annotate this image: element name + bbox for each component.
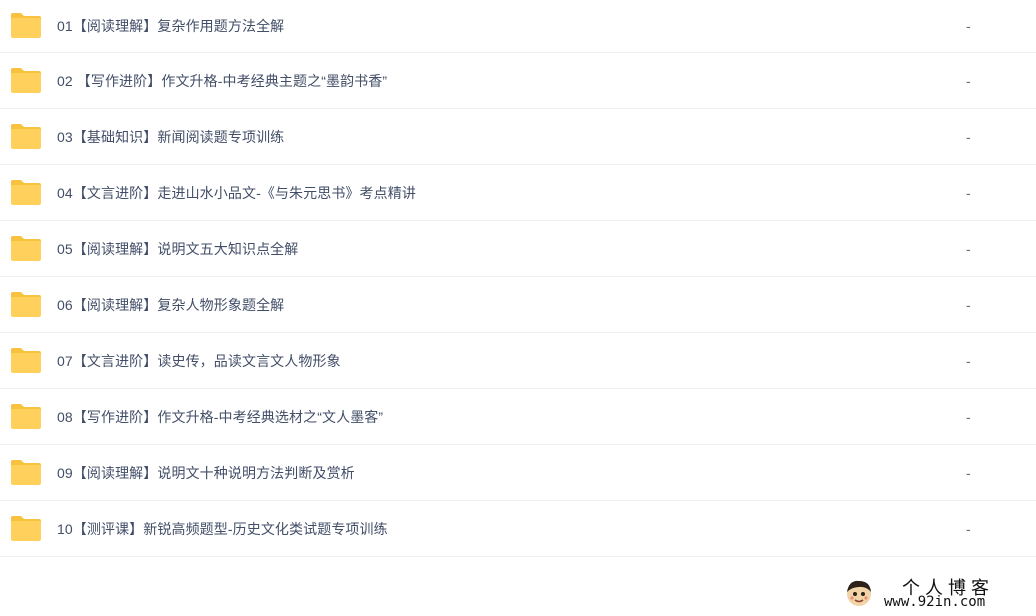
folder-icon: [11, 123, 41, 149]
folder-size: -: [966, 464, 971, 481]
folder-size: -: [966, 184, 971, 201]
folder-size: -: [966, 352, 971, 369]
folder-row[interactable]: 02 【写作进阶】作文升格-中考经典主题之“墨韵书香” -: [0, 53, 1036, 109]
folder-row[interactable]: 09【阅读理解】说明文十种说明方法判断及赏析 -: [0, 445, 1036, 501]
folder-row[interactable]: 08【写作进阶】作文升格-中考经典选材之“文人墨客” -: [0, 389, 1036, 445]
avatar-icon: [847, 580, 871, 606]
folder-size: -: [966, 240, 971, 257]
watermark-url: www.92in.com: [884, 594, 986, 610]
folder-row[interactable]: 04【文言进阶】走进山水小品文-《与朱元思书》考点精讲 -: [0, 165, 1036, 221]
folder-row[interactable]: 01【阅读理解】复杂作用题方法全解 -: [0, 0, 1036, 53]
folder-icon: [11, 235, 41, 261]
folder-icon: [11, 459, 41, 485]
folder-icon: [11, 515, 41, 541]
folder-name[interactable]: 07【文言进阶】读史传，品读文言文人物形象: [57, 351, 341, 371]
folder-size: -: [966, 520, 971, 537]
folder-icon: [11, 179, 41, 205]
folder-icon: [11, 67, 41, 93]
folder-size: -: [966, 128, 971, 145]
folder-size: -: [966, 72, 971, 89]
folder-name[interactable]: 08【写作进阶】作文升格-中考经典选材之“文人墨客”: [57, 407, 383, 427]
folder-icon: [11, 347, 41, 373]
folder-name[interactable]: 10【测评课】新锐高频题型-历史文化类试题专项训练: [57, 519, 388, 539]
file-list: 01【阅读理解】复杂作用题方法全解 - 02 【写作进阶】作文升格-中考经典主题…: [0, 0, 1036, 557]
folder-row[interactable]: 06【阅读理解】复杂人物形象题全解 -: [0, 277, 1036, 333]
folder-name[interactable]: 09【阅读理解】说明文十种说明方法判断及赏析: [57, 463, 355, 483]
folder-name[interactable]: 03【基础知识】新闻阅读题专项训练: [57, 127, 284, 147]
folder-size: -: [966, 18, 971, 34]
folder-name[interactable]: 01【阅读理解】复杂作用题方法全解: [57, 16, 284, 36]
folder-size: -: [966, 408, 971, 425]
folder-name[interactable]: 06【阅读理解】复杂人物形象题全解: [57, 295, 284, 315]
folder-name[interactable]: 04【文言进阶】走进山水小品文-《与朱元思书》考点精讲: [57, 183, 416, 203]
folder-icon: [11, 13, 41, 38]
folder-row[interactable]: 03【基础知识】新闻阅读题专项训练 -: [0, 109, 1036, 165]
folder-icon: [11, 291, 41, 317]
folder-row[interactable]: 07【文言进阶】读史传，品读文言文人物形象 -: [0, 333, 1036, 389]
folder-size: -: [966, 296, 971, 313]
folder-name[interactable]: 05【阅读理解】说明文五大知识点全解: [57, 239, 298, 259]
folder-row[interactable]: 05【阅读理解】说明文五大知识点全解 -: [0, 221, 1036, 277]
folder-name[interactable]: 02 【写作进阶】作文升格-中考经典主题之“墨韵书香”: [57, 71, 387, 91]
folder-row[interactable]: 10【测评课】新锐高频题型-历史文化类试题专项训练 -: [0, 501, 1036, 557]
blog-watermark: 个人博客 www.92in.com: [844, 572, 1030, 612]
folder-icon: [11, 403, 41, 429]
